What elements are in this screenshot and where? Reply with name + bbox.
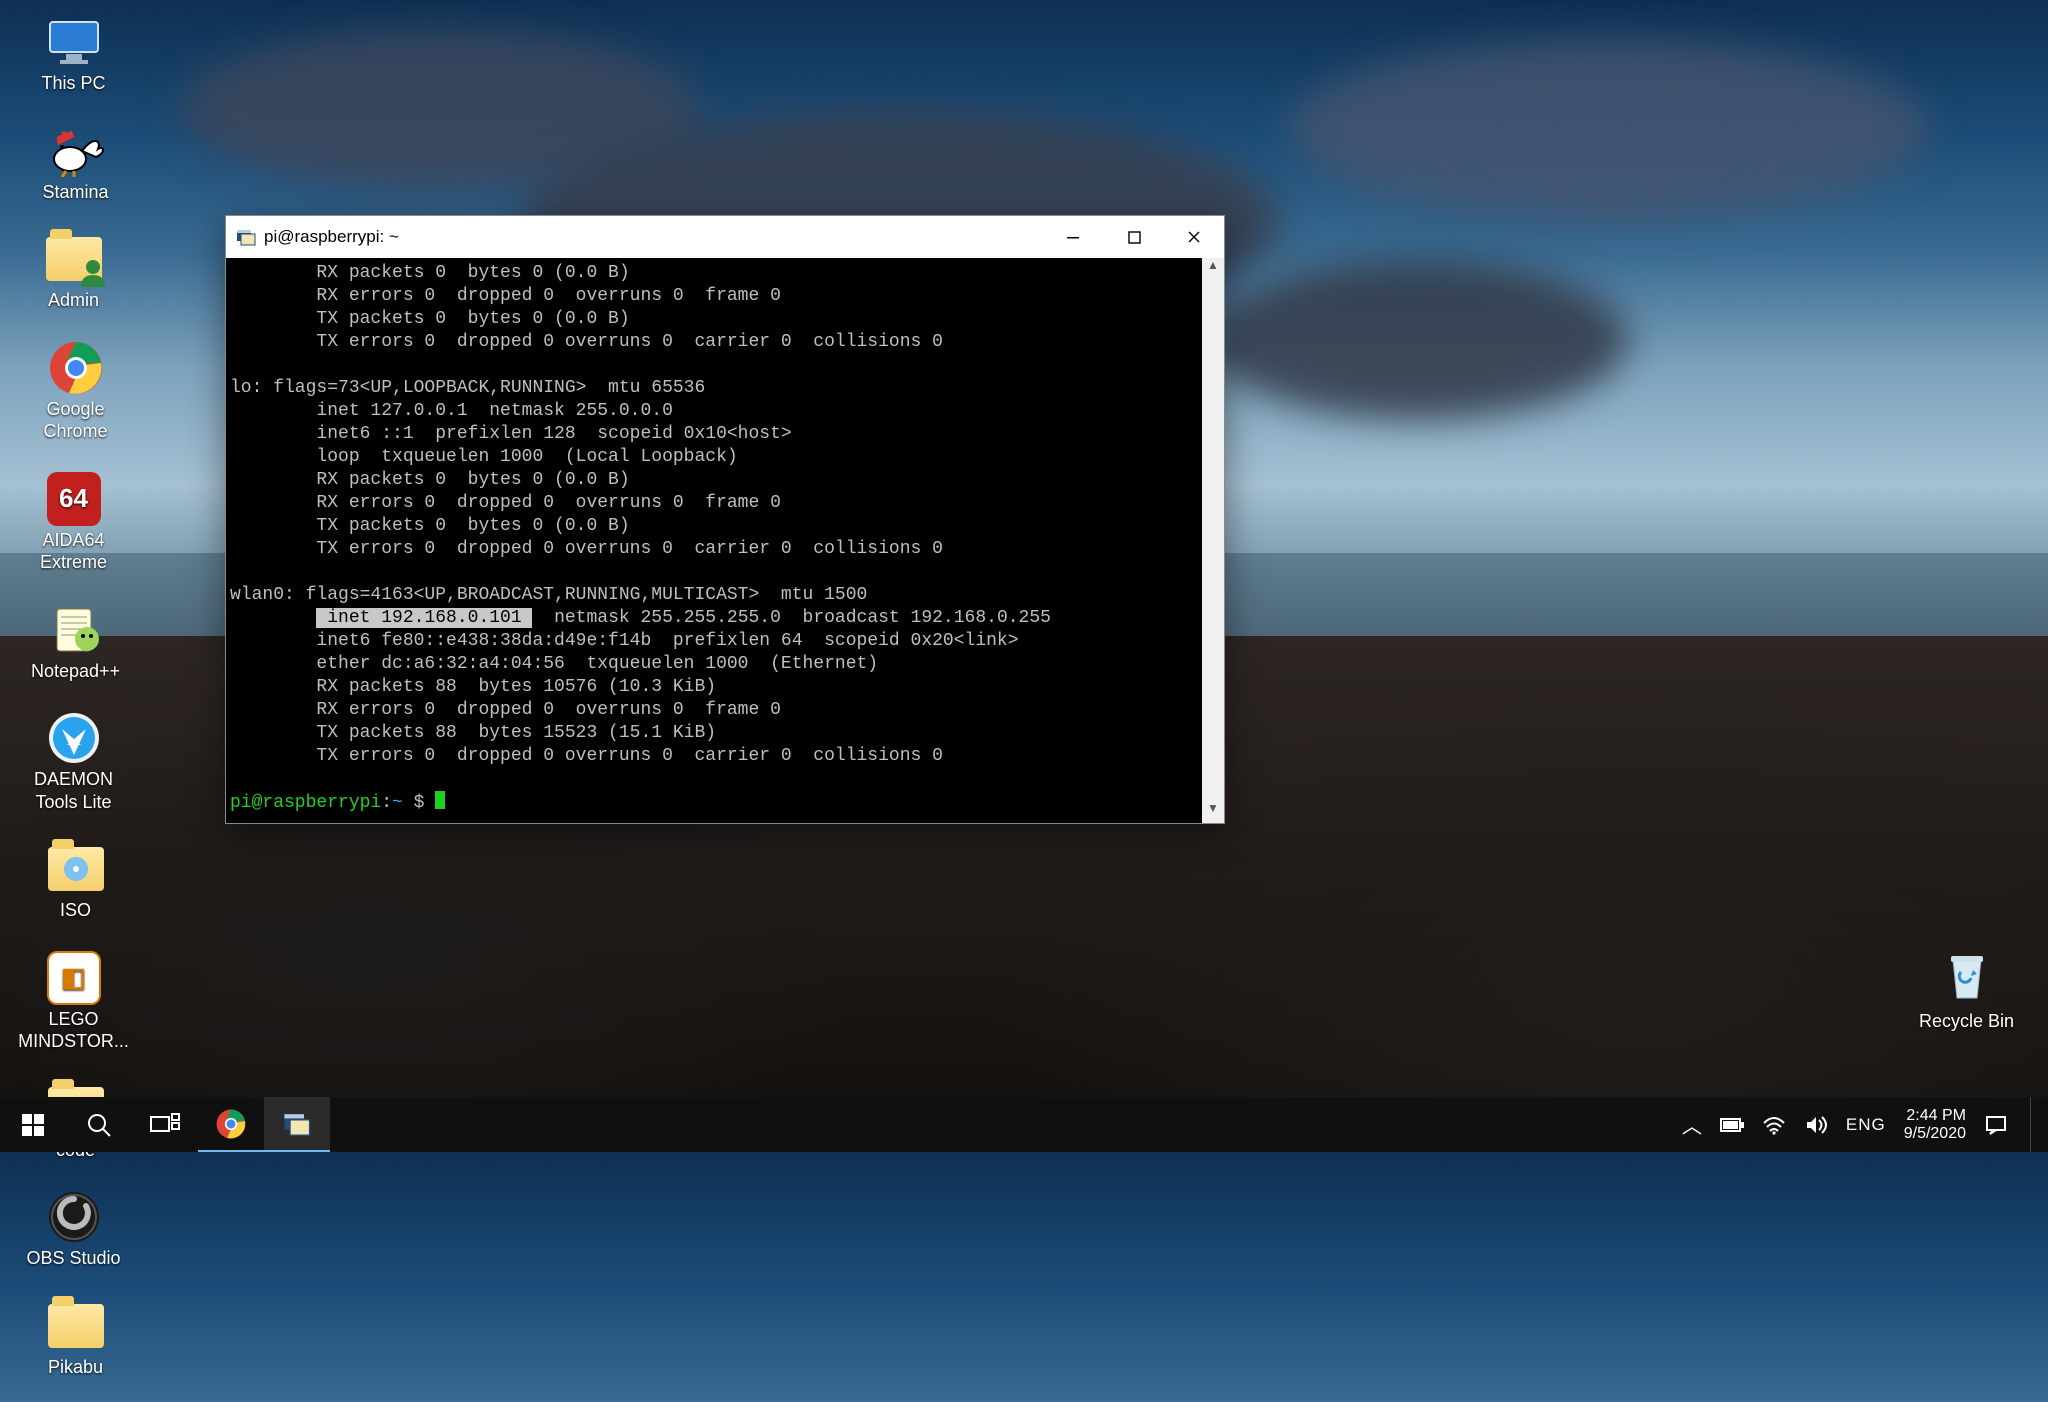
close-button[interactable]: [1164, 216, 1224, 258]
folder-icon: [48, 847, 104, 891]
scroll-up-icon[interactable]: ▲: [1202, 258, 1224, 280]
titlebar[interactable]: pi@raspberrypi: ~: [226, 216, 1224, 258]
icon-notepadpp[interactable]: Notepad++: [18, 602, 133, 683]
chrome-icon: [216, 1109, 246, 1139]
obs-icon: [47, 1190, 101, 1244]
language-indicator[interactable]: ENG: [1846, 1115, 1886, 1135]
user-icon: [78, 257, 108, 287]
monitor-icon: [46, 18, 102, 66]
scrollbar[interactable]: ▲ ▼: [1202, 258, 1224, 823]
window-title: pi@raspberrypi: ~: [264, 227, 1044, 247]
icon-admin[interactable]: Admin: [16, 231, 131, 312]
putty-window: pi@raspberrypi: ~ RX packets 0 bytes 0 (…: [225, 215, 1225, 824]
icon-chrome[interactable]: Google Chrome: [18, 340, 133, 443]
icon-label: Recycle Bin: [1909, 1011, 2024, 1032]
icon-label: Admin: [48, 289, 99, 312]
volume-icon[interactable]: [1804, 1114, 1828, 1136]
clock-date: 9/5/2020: [1904, 1125, 1966, 1143]
maximize-button[interactable]: [1104, 216, 1164, 258]
icon-label: OBS Studio: [26, 1247, 120, 1270]
lego-icon: ◧: [47, 951, 101, 1005]
icon-label: This PC: [41, 72, 105, 95]
taskbar-putty[interactable]: [264, 1097, 330, 1152]
icon-label: ISO: [60, 899, 91, 922]
daemon-icon: [47, 711, 101, 765]
icon-label: Google Chrome: [18, 398, 133, 443]
putty-icon: [236, 227, 256, 247]
icon-aida64[interactable]: 64 AIDA64 Extreme: [16, 471, 131, 574]
wifi-icon[interactable]: [1762, 1115, 1786, 1135]
show-desktop-button[interactable]: [2030, 1097, 2038, 1152]
icon-iso[interactable]: ISO: [18, 841, 133, 922]
icon-label: Notepad++: [31, 660, 120, 683]
minimize-button[interactable]: [1044, 216, 1104, 258]
search-icon: [86, 1112, 112, 1138]
clock[interactable]: 2:44 PM 9/5/2020: [1904, 1107, 1966, 1142]
system-tray: ︿ ENG 2:44 PM 9/5/2020: [1682, 1097, 2048, 1152]
recycle-bin-icon: [1939, 948, 1995, 1004]
scroll-down-icon[interactable]: ▼: [1202, 801, 1224, 823]
icon-label: Stamina: [42, 181, 108, 204]
notifications-icon[interactable]: [1984, 1114, 2008, 1136]
icon-recycle-bin[interactable]: Recycle Bin: [1909, 948, 2024, 1032]
rooster-icon: [48, 125, 104, 177]
icon-stamina[interactable]: Stamina: [18, 123, 133, 204]
icon-label: DAEMON Tools Lite: [16, 768, 131, 813]
start-button[interactable]: [0, 1097, 66, 1152]
icon-this-pc[interactable]: This PC: [16, 14, 131, 95]
folder-icon: [48, 1304, 104, 1348]
icon-pikabu[interactable]: Pikabu: [18, 1298, 133, 1379]
icon-label: AIDA64 Extreme: [16, 529, 131, 574]
icon-label: LEGO MINDSTOR...: [16, 1008, 131, 1053]
icon-daemon[interactable]: DAEMON Tools Lite: [16, 710, 131, 813]
icon-lego[interactable]: ◧ LEGO MINDSTOR...: [16, 950, 131, 1053]
terminal-output[interactable]: RX packets 0 bytes 0 (0.0 B) RX errors 0…: [226, 258, 1202, 823]
clock-time: 2:44 PM: [1904, 1107, 1966, 1125]
task-view-icon: [150, 1113, 180, 1137]
putty-icon: [283, 1110, 311, 1138]
aida64-icon: 64: [47, 472, 101, 526]
taskbar: ︿ ENG 2:44 PM 9/5/2020: [0, 1097, 2048, 1152]
battery-icon[interactable]: [1720, 1115, 1744, 1135]
task-view-button[interactable]: [132, 1097, 198, 1152]
windows-icon: [21, 1113, 45, 1137]
notepadpp-icon: [49, 603, 103, 657]
icon-obs[interactable]: OBS Studio: [16, 1189, 131, 1270]
search-button[interactable]: [66, 1097, 132, 1152]
taskbar-chrome[interactable]: [198, 1097, 264, 1152]
icon-label: Pikabu: [48, 1356, 103, 1379]
chrome-icon: [49, 341, 103, 395]
tray-chevron-up-icon[interactable]: ︿: [1682, 1110, 1702, 1139]
